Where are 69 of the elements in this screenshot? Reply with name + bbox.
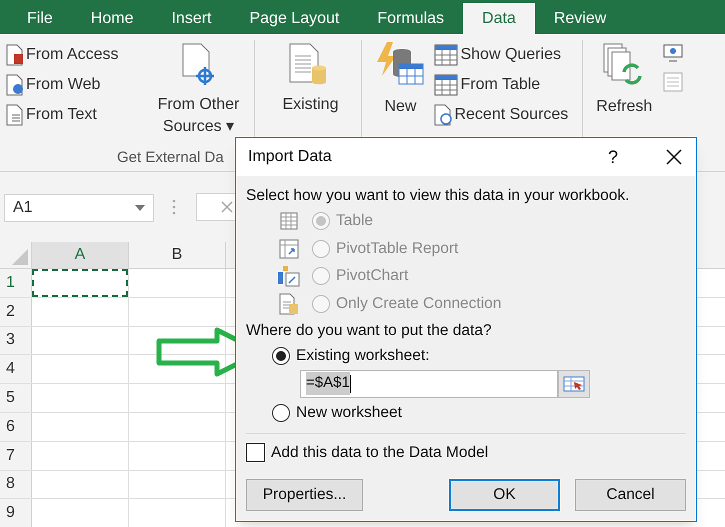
instruction-text: Select how you want to view this data in your workbook. <box>246 186 630 206</box>
dialog-button[interactable]: OK <box>449 478 560 510</box>
row-header[interactable]: 8 <box>0 470 32 498</box>
connection-file-icon <box>279 292 299 314</box>
ribbon-button[interactable]: From Other Sources ▾ <box>150 34 246 138</box>
row-header[interactable]: 4 <box>0 355 32 384</box>
row-header[interactable]: 7 <box>0 442 32 470</box>
radio-label: PivotChart <box>336 266 408 286</box>
ribbon-button[interactable]: Existing <box>265 34 356 116</box>
select-all-icon[interactable] <box>12 249 28 265</box>
access-file-icon <box>6 44 24 66</box>
pivot-table-icon <box>279 238 299 258</box>
ribbon-button[interactable]: From Web <box>6 70 118 100</box>
data-source-icon <box>181 42 216 86</box>
radio-button[interactable] <box>272 404 290 422</box>
radio-label: PivotTable Report <box>336 238 458 259</box>
reference-field[interactable]: =$A$1 <box>300 370 558 398</box>
new-query-icon <box>375 40 426 86</box>
ribbon-button[interactable]: New <box>372 34 428 118</box>
row-header[interactable]: 9 <box>0 499 32 527</box>
row-header[interactable]: 2 <box>0 298 32 326</box>
ribbon-tab[interactable]: Formulas <box>358 3 464 34</box>
ribbon-tab[interactable]: Insert <box>152 3 230 34</box>
help-button[interactable]: ? <box>608 144 618 170</box>
close-icon[interactable] <box>666 149 682 165</box>
list-icon <box>663 72 684 92</box>
range-select-icon <box>563 376 585 392</box>
ribbon-tab[interactable]: Home <box>72 3 152 34</box>
radio-label: New worksheet <box>296 403 402 424</box>
ribbon-button[interactable]: Recent Sources <box>434 100 568 130</box>
dialog-title: Import Data <box>248 147 333 167</box>
dropdown-icon <box>135 205 145 211</box>
row-header[interactable]: 5 <box>0 384 32 412</box>
range-picker-button[interactable] <box>558 370 590 398</box>
group-label: Get External Da <box>117 148 224 168</box>
row-header[interactable]: 1 <box>0 269 32 297</box>
checkbox[interactable] <box>246 443 265 462</box>
grip-icon <box>172 199 176 215</box>
dialog-button[interactable]: Properties... <box>246 478 363 510</box>
ribbon-tab[interactable]: Data <box>463 3 535 34</box>
properties-icon <box>663 44 684 62</box>
radio-label: Only Create Connection <box>336 294 502 314</box>
row-header[interactable]: 6 <box>0 412 32 441</box>
ribbon-button[interactable]: From Table <box>434 70 568 100</box>
ribbon-tab[interactable]: File <box>8 3 72 34</box>
ribbon-tab[interactable]: Page Layout <box>230 3 358 34</box>
ribbon-button[interactable]: From Access <box>6 40 118 70</box>
queries-table-icon <box>434 44 458 66</box>
radio-button[interactable] <box>272 347 290 365</box>
column-header[interactable]: B <box>129 242 226 268</box>
pivot-chart-icon <box>277 265 301 287</box>
column-header[interactable]: A <box>32 242 129 268</box>
location-prompt: Where do you want to put the data? <box>246 321 493 342</box>
radio-label: Table <box>336 211 374 232</box>
ribbon-button[interactable]: From Text <box>6 100 118 130</box>
checkbox-label: Add this data to the Data Model <box>271 442 488 463</box>
ribbon-button[interactable]: Show Queries <box>434 40 568 70</box>
dialog-button[interactable]: Cancel <box>575 478 686 510</box>
recent-file-icon <box>434 104 452 126</box>
ribbon-tab[interactable]: Review <box>534 3 626 34</box>
table-icon <box>434 74 458 96</box>
ribbon-button[interactable]: Refresh <box>591 34 658 118</box>
table-icon <box>280 212 298 230</box>
web-file-icon <box>6 74 24 96</box>
radio-label: Existing worksheet: <box>296 346 430 366</box>
row-header[interactable]: 3 <box>0 326 32 354</box>
cancel-icon[interactable] <box>221 201 233 213</box>
text-file-icon <box>6 104 24 126</box>
name-box[interactable]: A1 <box>4 194 154 222</box>
